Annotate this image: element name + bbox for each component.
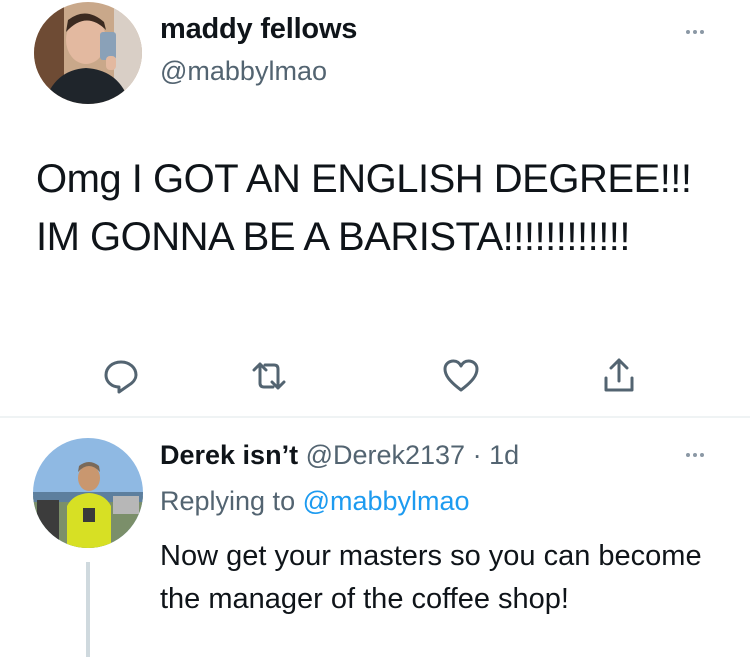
reply-header: Derek isn’t @Derek2137 · 1d <box>160 440 519 471</box>
separator-dot: · <box>472 440 482 470</box>
reply-more-options-icon[interactable] <box>686 453 704 457</box>
thread-line <box>86 562 90 657</box>
reply-timestamp[interactable]: 1d <box>489 440 519 470</box>
main-tweet: maddy fellows @mabbylmao Omg I GOT AN EN… <box>0 0 750 415</box>
reply-tweet: Derek isn’t @Derek2137 · 1d Replying to … <box>0 418 750 657</box>
reply-author-name[interactable]: Derek isn’t <box>160 440 298 470</box>
replying-to-label: Replying to <box>160 486 303 516</box>
share-icon <box>604 358 634 392</box>
replying-to-handle-link[interactable]: @mabbylmao <box>303 486 470 516</box>
retweet-button[interactable] <box>249 356 289 396</box>
author-handle[interactable]: @mabbylmao <box>160 56 327 87</box>
reply-avatar[interactable] <box>33 438 143 548</box>
reply-button[interactable] <box>101 356 141 396</box>
reply-author-handle[interactable]: @Derek2137 <box>306 440 466 470</box>
author-name[interactable]: maddy fellows <box>160 13 357 46</box>
like-button[interactable] <box>441 356 481 396</box>
like-icon <box>443 359 479 392</box>
tweet-text: Omg I GOT AN ENGLISH DEGREE!!! IM GONNA … <box>36 157 692 259</box>
reply-icon <box>104 360 138 394</box>
more-options-icon[interactable] <box>686 30 704 34</box>
share-button[interactable] <box>599 356 639 396</box>
reply-text: Now get your masters so you can become t… <box>160 540 702 615</box>
retweet-icon <box>252 362 286 390</box>
replying-to: Replying to @mabbylmao <box>160 486 470 517</box>
avatar[interactable] <box>34 2 142 104</box>
